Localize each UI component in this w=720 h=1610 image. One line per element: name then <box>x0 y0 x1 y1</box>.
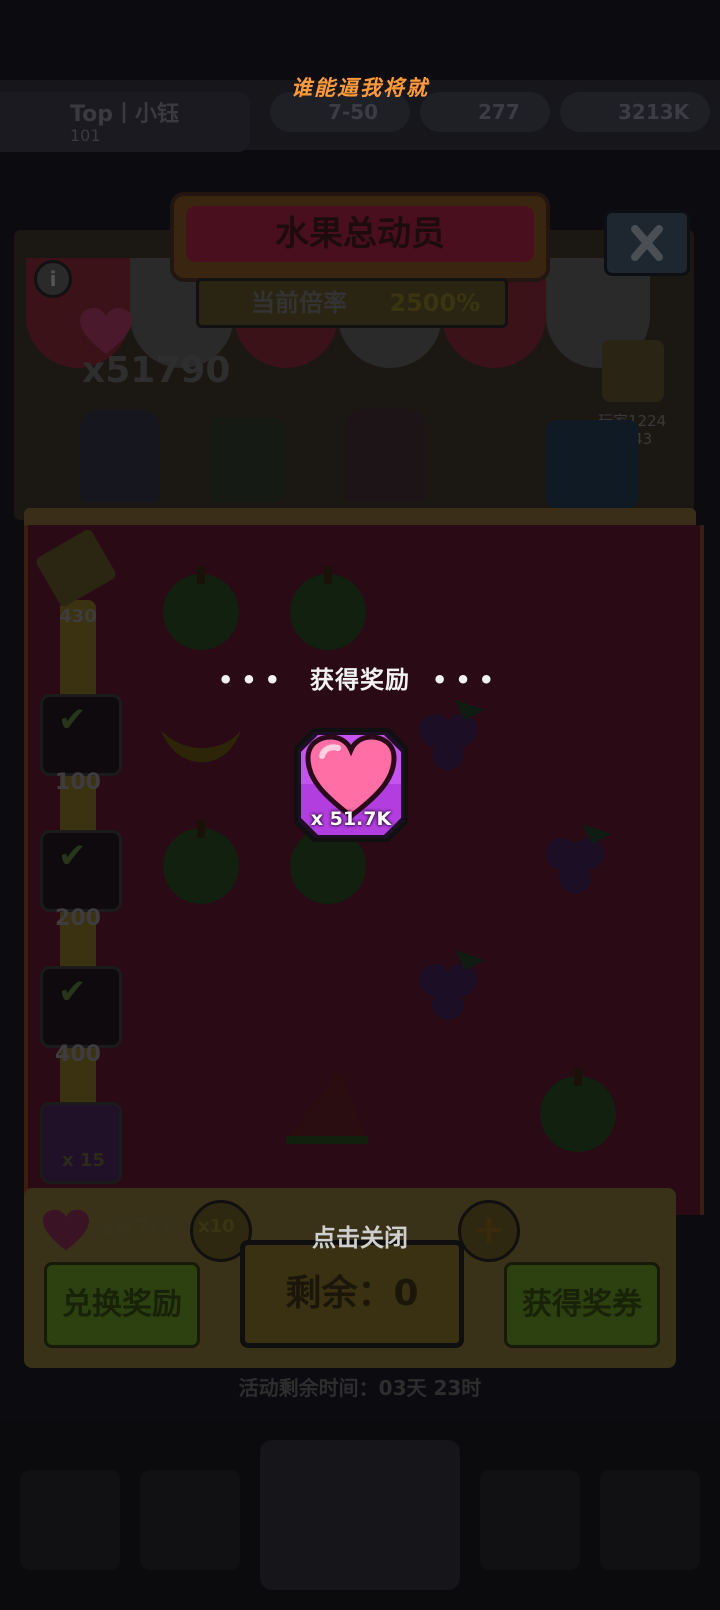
game-scene: Top丨小钰 101 7-50 277 3213K i 水果总动员 当前倍率 2… <box>0 0 720 1610</box>
top-banner-text: 谁能逼我将就 <box>291 75 429 100</box>
reward-title-text: 获得奖励 <box>310 666 410 694</box>
reward-item-amount: x 51.7K <box>310 808 392 830</box>
reward-popup-title: ••• 获得奖励 ••• <box>0 660 720 695</box>
tap-to-close-hint[interactable]: 点击关闭 <box>0 1218 720 1253</box>
dots-right: ••• <box>432 666 503 694</box>
dots-left: ••• <box>217 666 288 694</box>
